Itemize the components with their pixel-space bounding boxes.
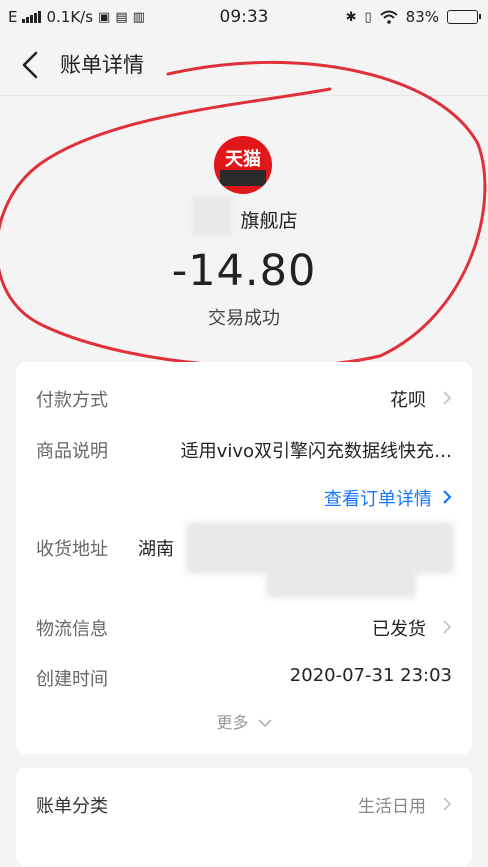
shop-name[interactable]: 旗舰店 — [0, 206, 488, 233]
address-redaction — [186, 522, 454, 574]
chevron-right-icon — [443, 490, 452, 504]
address-label: 收货地址 — [36, 539, 108, 560]
chevron-right-icon — [443, 391, 452, 405]
bill-details-card: 付款方式 花呗 商品说明 适用vivo双引擎闪充数据线快充… 查看订单详情 收货… — [16, 362, 472, 754]
chevron-right-icon — [443, 620, 452, 634]
address-value: 湖南 — [138, 539, 174, 560]
battery-icon — [447, 10, 481, 24]
created-value: 2020-07-31 23:03 — [289, 665, 452, 686]
category-label: 账单分类 — [36, 796, 108, 817]
wifi-icon — [379, 10, 398, 24]
logo-band — [220, 170, 266, 186]
back-arrow-icon[interactable] — [18, 50, 44, 80]
transaction-status: 交易成功 — [208, 308, 280, 329]
shop-logo[interactable]: 天猫 — [214, 136, 272, 194]
page-title: 账单详情 — [60, 53, 144, 77]
created-label: 创建时间 — [36, 669, 108, 690]
logo-text: 天猫 — [225, 149, 261, 170]
order-link-label: 查看订单详情 — [324, 489, 432, 510]
category-value: 生活日用 — [358, 797, 426, 817]
more-label: 更多 — [216, 713, 249, 732]
product-label: 商品说明 — [36, 441, 108, 462]
chevron-right-icon — [443, 797, 452, 811]
bluetooth-icon: ✱ — [345, 9, 357, 25]
vibrate-icon: ▯ — [364, 9, 372, 25]
transaction-amount: -14.80 — [171, 246, 317, 296]
payment-value: 花呗 — [390, 390, 426, 411]
payment-label: 付款方式 — [36, 390, 108, 411]
chevron-down-icon — [257, 719, 272, 728]
bill-summary: 天猫 旗舰店 -14.80 交易成功 — [0, 96, 488, 351]
status-right: ✱ ▯ 83% — [345, 8, 481, 26]
address-redaction — [266, 568, 416, 598]
battery-percent: 83% — [405, 8, 439, 26]
status-bar: E 0.1K/s ▣ ▤ ▥ 09:33 ✱ ▯ 83% — [0, 0, 488, 34]
bill-category-card[interactable]: 账单分类 生活日用 — [16, 768, 472, 867]
more-button[interactable]: 更多 — [16, 709, 472, 733]
logistics-label: 物流信息 — [36, 619, 108, 640]
nav-bar: 账单详情 — [0, 34, 488, 96]
product-value: 适用vivo双引擎闪充数据线快充… — [180, 441, 452, 462]
logistics-value: 已发货 — [372, 619, 426, 640]
